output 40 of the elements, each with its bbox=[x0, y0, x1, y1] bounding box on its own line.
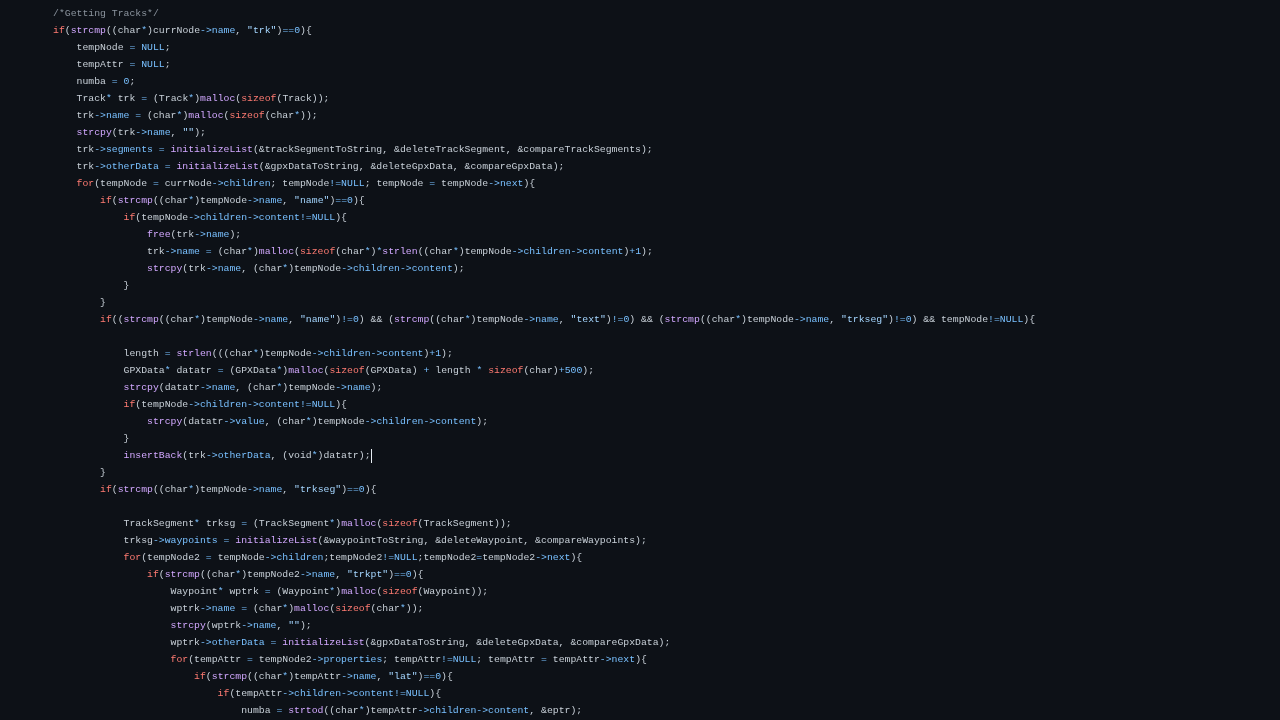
code-line: trk->otherData = initializeList(&gpxDataToString, &deleteGpxData, &compareGpxData); bbox=[75, 160, 565, 174]
code-line: for(tempNode2 = tempNode->children;tempNode2!=NULL;tempNode2=tempNode2->next){ bbox=[122, 551, 583, 565]
code-line: } bbox=[99, 296, 106, 310]
code-line: } bbox=[122, 279, 130, 293]
code-line: if(strcmp((char*)tempNode2->name, "trkpt")==0){ bbox=[146, 568, 424, 582]
code-line: if(strcmp((char*)currNode->name, "trk")==0){ bbox=[53, 24, 312, 38]
code-line: tempAttr = NULL; bbox=[75, 58, 171, 72]
code-line: insertBack(trk->otherData, (void*)datatr); bbox=[122, 449, 371, 463]
code-line: wptrk->otherData = initializeList(&gpxDataToString, &deleteGpxData, &compareGpxData); bbox=[169, 636, 671, 650]
code-line: trk->name = (char*)malloc(sizeof(char*)); bbox=[75, 109, 318, 123]
code-line: numba = strtod((char*)tempAttr->children->content, &eptr); bbox=[240, 704, 583, 718]
code-line: if((strcmp((char*)tempNode->name, "name")!=0) && (strcmp((char*)tempNode->name, "text")!=0) && (strcmp((char*)tempNode->name, "trkseg")!=0) && tempNode!=NULL){ bbox=[99, 313, 1036, 327]
code-line: wptrk->name = (char*)malloc(sizeof(char*)); bbox=[169, 602, 424, 616]
code-line: for(tempAttr = tempNode2->properties; tempAttr!=NULL; tempAttr = tempAttr->next){ bbox=[169, 653, 647, 667]
code-line: if(tempNode->children->content!=NULL){ bbox=[122, 211, 347, 225]
code-line: strcpy(datatr->value, (char*)tempNode->children->content); bbox=[146, 415, 489, 429]
code-line: strcpy(wptrk->name, ""); bbox=[169, 619, 312, 633]
code-line: free(trk->name); bbox=[146, 228, 242, 242]
code-line: Track* trk = (Track*)malloc(sizeof(Track)); bbox=[75, 92, 330, 106]
code-line: if(tempNode->children->content!=NULL){ bbox=[122, 398, 347, 412]
code-line: Waypoint* wptrk = (Waypoint*)malloc(sizeof(Waypoint)); bbox=[169, 585, 489, 599]
code-line: /*Getting Tracks*/ bbox=[53, 7, 159, 21]
code-line: if(strcmp((char*)tempNode->name, "trkseg")==0){ bbox=[99, 483, 377, 497]
code-line: if(strcmp((char*)tempNode->name, "name")==0){ bbox=[99, 194, 365, 208]
code-line: if(strcmp((char*)tempAttr->name, "lat")==0){ bbox=[193, 670, 453, 684]
code-line: trk->name = (char*)malloc(sizeof(char*)*strlen((char*)tempNode->children->content)+1); bbox=[146, 245, 653, 259]
code-line: length = strlen(((char*)tempNode->children->content)+1); bbox=[122, 347, 453, 361]
code-line: numba = 0; bbox=[75, 75, 136, 89]
code-line: tempNode = NULL; bbox=[75, 41, 171, 55]
code-line: if(tempAttr->children->content!=NULL){ bbox=[216, 687, 442, 701]
code-line: strcpy(trk->name, (char*)tempNode->children->content); bbox=[146, 262, 465, 276]
code-line: strcpy(trk->name, ""); bbox=[75, 126, 206, 140]
code-line: TrackSegment* trksg = (TrackSegment*)malloc(sizeof(TrackSegment)); bbox=[122, 517, 512, 531]
code-line: } bbox=[122, 432, 130, 446]
code-line: trksg->waypoints = initializeList(&waypointToString, &deleteWaypoint, &compareWaypoints); bbox=[122, 534, 647, 548]
code-line: for(tempNode = currNode->children; tempNode!=NULL; tempNode = tempNode->next){ bbox=[75, 177, 536, 191]
code-line: trk->segments = initializeList(&trackSegmentToString, &deleteTrackSegment, &compareTrackSegments); bbox=[75, 143, 653, 157]
code-line: GPXData* datatr = (GPXData*)malloc(sizeof(GPXData) + length * sizeof(char)+500); bbox=[122, 364, 595, 378]
code-line: } bbox=[99, 466, 106, 480]
code-line: strcpy(datatr->name, (char*)tempNode->name); bbox=[122, 381, 383, 395]
